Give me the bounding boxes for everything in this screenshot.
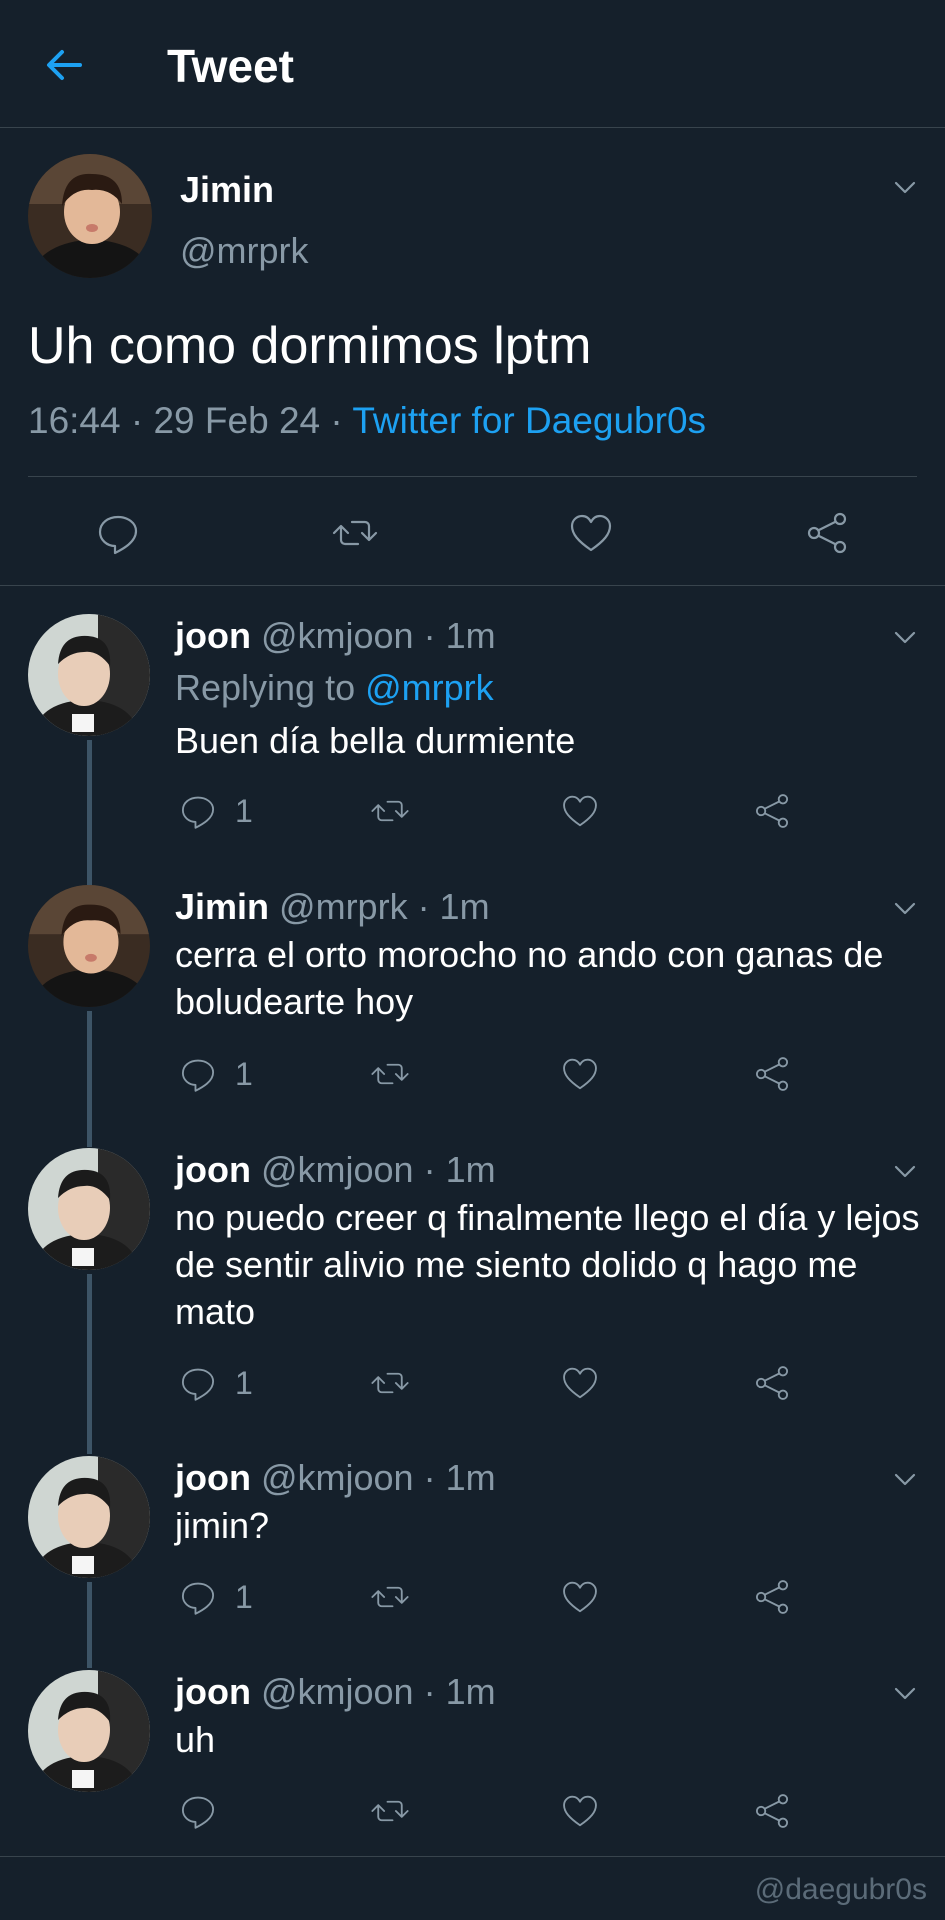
reply-text: no puedo creer q finalmente llego el día…	[175, 1197, 920, 1332]
reply-text: jimin?	[175, 1505, 270, 1546]
share-icon[interactable]	[751, 1790, 793, 1832]
replying-to-label: Replying to	[175, 667, 366, 708]
reply-count: 1	[235, 1056, 253, 1092]
share-icon[interactable]	[802, 508, 852, 558]
retweet-icon[interactable]	[369, 1576, 411, 1618]
jimin-avatar[interactable]	[28, 154, 152, 278]
replying-to: Replying to @mrprk	[175, 666, 494, 710]
reply-icon[interactable]	[93, 508, 143, 558]
retweet-icon[interactable]	[369, 1790, 411, 1832]
retweet-icon[interactable]	[369, 1053, 411, 1095]
reply-handle-time: @mrprk · 1m	[269, 886, 490, 927]
divider	[0, 1856, 945, 1857]
joon-avatar[interactable]	[28, 1670, 150, 1792]
joon-avatar[interactable]	[28, 614, 150, 736]
tweet-timestamp: 16:44 · 29 Feb 24 ·	[28, 400, 353, 441]
chevron-down-icon[interactable]	[890, 622, 920, 652]
reply-count: 1	[235, 1579, 253, 1615]
heart-icon[interactable]	[559, 1053, 601, 1095]
chevron-down-icon[interactable]	[890, 893, 920, 923]
reply-header: Jimin @mrprk · 1m	[175, 885, 490, 929]
reply-text: Buen día bella durmiente	[175, 720, 576, 761]
chevron-down-icon[interactable]	[890, 1464, 920, 1494]
reply-header: joon @kmjoon · 1m	[175, 1148, 496, 1192]
heart-icon[interactable]	[559, 1362, 601, 1404]
heart-icon[interactable]	[559, 1790, 601, 1832]
watermark: @daegubr0s	[754, 1873, 927, 1906]
heart-icon[interactable]	[559, 790, 601, 832]
reply-handle-time: @kmjoon · 1m	[250, 1671, 496, 1712]
reply-text: cerra el orto morocho no ando con ganas …	[175, 934, 884, 1022]
reply-header: joon @kmjoon · 1m	[175, 614, 496, 658]
jimin-avatar[interactable]	[28, 885, 150, 1007]
reply-author-name[interactable]: joon	[175, 1149, 251, 1190]
author-handle[interactable]: @mrprk	[180, 229, 309, 273]
chevron-down-icon[interactable]	[890, 1156, 920, 1186]
reply-author-name[interactable]: Jimin	[175, 886, 269, 927]
divider	[28, 476, 917, 477]
reply-icon[interactable]	[177, 1053, 219, 1095]
reply-header: joon @kmjoon · 1m	[175, 1456, 496, 1500]
reply-count: 1	[235, 793, 253, 829]
heart-icon[interactable]	[559, 1576, 601, 1618]
reply-author-name[interactable]: joon	[175, 1671, 251, 1712]
reply-text: uh	[175, 1719, 216, 1760]
retweet-icon[interactable]	[330, 508, 380, 558]
reply-handle-time: @kmjoon · 1m	[250, 615, 496, 656]
chevron-down-icon[interactable]	[890, 1678, 920, 1708]
page-title: Tweet	[167, 40, 294, 92]
reply-icon[interactable]	[177, 790, 219, 832]
tweet-meta: 16:44 · 29 Feb 24 · Twitter for Daegubr0…	[28, 398, 706, 444]
share-icon[interactable]	[751, 1362, 793, 1404]
share-icon[interactable]	[751, 1576, 793, 1618]
joon-avatar[interactable]	[28, 1148, 150, 1270]
top-bar: Tweet	[0, 0, 945, 128]
share-icon[interactable]	[751, 1053, 793, 1095]
reply-icon[interactable]	[177, 1362, 219, 1404]
retweet-icon[interactable]	[369, 790, 411, 832]
reply-actions: 1	[0, 1362, 945, 1412]
reply-actions: 1	[0, 790, 945, 840]
reply-actions	[0, 1790, 945, 1840]
reply-actions: 1	[0, 1053, 945, 1103]
author-name[interactable]: Jimin	[180, 168, 274, 212]
chevron-down-icon[interactable]	[890, 172, 920, 202]
main-tweet: Jimin @mrprk Uh como dormimos lptm 16:44…	[0, 128, 945, 586]
share-icon[interactable]	[751, 790, 793, 832]
retweet-icon[interactable]	[369, 1362, 411, 1404]
replying-to-link[interactable]: @mrprk	[365, 667, 494, 708]
reply-icon[interactable]	[177, 1790, 219, 1832]
joon-avatar[interactable]	[28, 1456, 150, 1578]
reply-author-name[interactable]: joon	[175, 1457, 251, 1498]
reply-handle-time: @kmjoon · 1m	[250, 1149, 496, 1190]
reply-handle-time: @kmjoon · 1m	[250, 1457, 496, 1498]
reply-author-name[interactable]: joon	[175, 615, 251, 656]
tweet-source-link[interactable]: Twitter for Daegubr0s	[352, 400, 706, 441]
reply-header: joon @kmjoon · 1m	[175, 1670, 496, 1714]
tweet-text: Uh como dormimos lptm	[28, 317, 592, 375]
back-arrow-icon[interactable]	[40, 40, 90, 90]
reply-count: 1	[235, 1365, 253, 1401]
reply-actions: 1	[0, 1576, 945, 1626]
heart-icon[interactable]	[566, 508, 616, 558]
reply-icon[interactable]	[177, 1576, 219, 1618]
